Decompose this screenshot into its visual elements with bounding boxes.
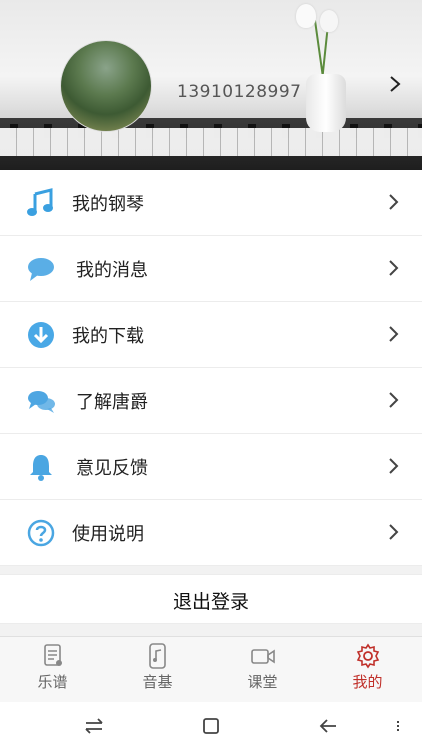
score-icon [44, 644, 62, 666]
logout-label: 退出登录 [172, 591, 249, 613]
chevron-right-icon [389, 194, 399, 210]
menu-item-my-messages[interactable]: 我的消息 [0, 236, 422, 302]
chevron-right-icon [389, 260, 399, 276]
chevron-right-icon [389, 524, 399, 540]
chat-bubbles-icon [28, 391, 55, 413]
chevron-right-icon [389, 392, 399, 408]
system-navigation-bar [0, 702, 422, 750]
logout-button[interactable]: 退出登录 [0, 574, 422, 624]
tulip-flower [320, 10, 338, 32]
menu-item-label: 使用说明 [72, 524, 144, 545]
phone-number: 13910128997 [177, 82, 302, 102]
home-square-icon[interactable] [199, 714, 223, 738]
tab-scores[interactable]: 乐谱 [0, 637, 105, 703]
bottom-tab-bar: 乐谱 音基 课堂 我的 [0, 636, 422, 702]
tab-label: 音基 [142, 673, 173, 691]
menu-item-my-piano[interactable]: 我的钢琴 [0, 170, 422, 236]
chevron-right-icon[interactable] [386, 74, 404, 94]
flower-stem [321, 28, 329, 78]
chevron-right-icon [389, 458, 399, 474]
menu-item-my-downloads[interactable]: 我的下载 [0, 302, 422, 368]
tab-mine[interactable]: 我的 [315, 637, 420, 703]
swap-icon[interactable] [82, 714, 106, 738]
phone-music-icon [149, 643, 166, 669]
menu-item-instructions[interactable]: 使用说明 [0, 500, 422, 566]
profile-header[interactable]: 13910128997 [0, 0, 422, 170]
music-note-icon [27, 188, 53, 216]
avatar[interactable] [60, 40, 152, 132]
video-icon [251, 649, 275, 664]
download-icon [28, 322, 54, 348]
more-icon[interactable] [392, 714, 404, 738]
help-icon [27, 519, 55, 547]
tulip-flower [296, 4, 316, 28]
tab-label: 乐谱 [37, 673, 68, 691]
section-divider [0, 624, 422, 636]
chevron-right-icon [389, 326, 399, 342]
menu-item-feedback[interactable]: 意见反馈 [0, 434, 422, 500]
tab-music-basics[interactable]: 音基 [105, 637, 210, 703]
vase [306, 74, 346, 132]
menu-item-label: 了解唐爵 [76, 392, 148, 413]
menu-item-label: 我的下载 [72, 326, 144, 347]
tab-classroom[interactable]: 课堂 [210, 637, 315, 703]
section-divider [0, 566, 422, 574]
piano-keys [0, 128, 422, 156]
tab-label: 我的 [352, 673, 383, 691]
bell-icon [30, 455, 52, 481]
menu-item-label: 我的钢琴 [72, 194, 144, 215]
tab-label: 课堂 [247, 673, 278, 691]
menu-list: 我的钢琴 我的消息 我的下载 了解唐爵 意见反馈 使用说明 [0, 170, 422, 566]
menu-item-label: 意见反馈 [76, 458, 148, 479]
gear-icon [356, 643, 380, 669]
menu-item-about[interactable]: 了解唐爵 [0, 368, 422, 434]
chat-bubble-icon [28, 258, 54, 281]
menu-item-label: 我的消息 [76, 260, 148, 281]
back-icon[interactable] [316, 714, 340, 738]
